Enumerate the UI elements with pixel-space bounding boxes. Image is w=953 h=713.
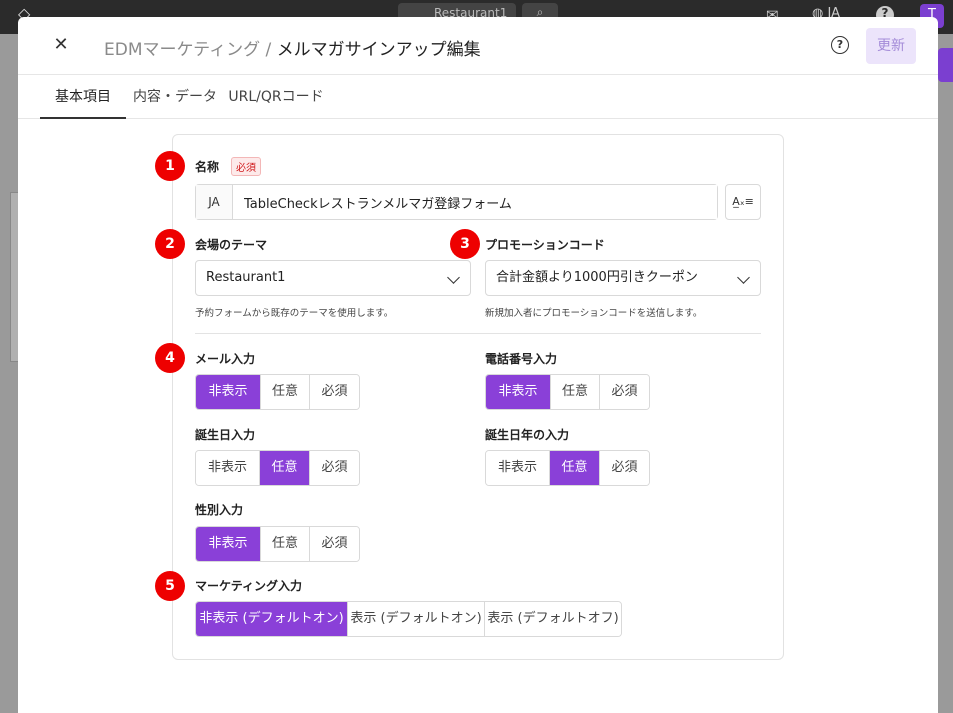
promo-help-text: 新規加入者にプロモーションコードを送信します。 xyxy=(485,308,703,319)
email-option-required[interactable]: 必須 xyxy=(310,375,359,409)
promo-select[interactable]: 合計金額より1000円引きクーポン xyxy=(485,260,761,296)
marketing-input-toggle: 非表示 (デフォルトオン) 表示 (デフォルトオン) 表示 (デフォルトオフ) xyxy=(195,601,622,637)
background-accent-button xyxy=(938,48,953,82)
name-input[interactable] xyxy=(233,185,717,219)
title-text: メルマガサインアップ編集 xyxy=(276,40,481,60)
chevron-down-icon xyxy=(737,271,750,284)
step-badge-1: 1 xyxy=(155,151,185,181)
help-button[interactable]: ? xyxy=(831,36,849,54)
theme-select[interactable]: Restaurant1 xyxy=(195,260,471,296)
step-badge-5: 5 xyxy=(155,571,185,601)
birthday-option-optional[interactable]: 任意 xyxy=(260,451,310,485)
step-badge-2: 2 xyxy=(155,229,185,259)
breadcrumb[interactable]: EDMマーケティング / xyxy=(104,40,277,60)
promo-label: プロモーションコード xyxy=(485,238,605,252)
name-field: JA xyxy=(195,184,718,220)
name-label: 名称 xyxy=(195,160,220,174)
gender-input-label: 性別入力 xyxy=(195,503,244,517)
marketing-option-shown-default-off[interactable]: 表示 (デフォルトオフ) xyxy=(485,602,621,636)
gender-input-toggle: 非表示 任意 必須 xyxy=(195,526,360,562)
theme-select-value: Restaurant1 xyxy=(206,270,286,285)
gender-option-optional[interactable]: 任意 xyxy=(261,527,310,561)
edit-modal: ✕ EDMマーケティング / メルマガサインアップ編集 ? 更新 基本項目 内容… xyxy=(18,17,938,713)
marketing-option-shown-default-on[interactable]: 表示 (デフォルトオン) xyxy=(348,602,485,636)
birthyear-input-toggle: 非表示 任意 必須 xyxy=(485,450,650,486)
birthday-input-label: 誕生日入力 xyxy=(195,428,256,442)
gender-option-required[interactable]: 必須 xyxy=(310,527,359,561)
email-input-toggle: 非表示 任意 必須 xyxy=(195,374,360,410)
divider xyxy=(195,333,761,334)
gender-option-hidden[interactable]: 非表示 xyxy=(196,527,261,561)
required-badge: 必須 xyxy=(231,157,261,176)
chevron-down-icon xyxy=(447,271,460,284)
close-button[interactable]: ✕ xyxy=(50,34,72,56)
phone-input-toggle: 非表示 任意 必須 xyxy=(485,374,650,410)
birthday-option-required[interactable]: 必須 xyxy=(310,451,359,485)
tab-basic[interactable]: 基本項目 xyxy=(40,75,126,119)
email-option-hidden[interactable]: 非表示 xyxy=(196,375,261,409)
step-badge-4: 4 xyxy=(155,343,185,373)
marketing-input-label: マーケティング入力 xyxy=(195,579,303,593)
birthday-input-toggle: 非表示 任意 必須 xyxy=(195,450,360,486)
promo-select-value: 合計金額より1000円引きクーポン xyxy=(496,270,698,285)
page-title: EDMマーケティング / メルマガサインアップ編集 xyxy=(104,35,481,60)
phone-option-required[interactable]: 必須 xyxy=(600,375,649,409)
update-button[interactable]: 更新 xyxy=(866,28,916,64)
birthday-option-hidden[interactable]: 非表示 xyxy=(196,451,260,485)
phone-option-optional[interactable]: 任意 xyxy=(551,375,600,409)
phone-input-label: 電話番号入力 xyxy=(485,352,558,366)
email-input-label: メール入力 xyxy=(195,352,256,366)
marketing-option-hidden-default-on[interactable]: 非表示 (デフォルトオン) xyxy=(196,602,348,636)
step-badge-3: 3 xyxy=(450,229,480,259)
translate-icon[interactable]: A̲ₓ≡ xyxy=(725,184,761,220)
theme-help-text: 予約フォームから既存のテーマを使用します。 xyxy=(195,308,394,319)
tab-url-qr[interactable]: URL/QRコード xyxy=(228,75,324,119)
name-lang-prefix: JA xyxy=(196,185,233,219)
birthyear-input-label: 誕生日年の入力 xyxy=(485,428,570,442)
birthyear-option-required[interactable]: 必須 xyxy=(600,451,649,485)
email-option-optional[interactable]: 任意 xyxy=(261,375,310,409)
modal-header: ✕ EDMマーケティング / メルマガサインアップ編集 ? 更新 xyxy=(18,17,938,75)
birthyear-option-optional[interactable]: 任意 xyxy=(550,451,600,485)
birthyear-option-hidden[interactable]: 非表示 xyxy=(486,451,550,485)
tab-content-data[interactable]: 内容・データ xyxy=(132,75,218,119)
phone-option-hidden[interactable]: 非表示 xyxy=(486,375,551,409)
theme-label: 会場のテーマ xyxy=(195,238,268,252)
tab-bar: 基本項目 内容・データ URL/QRコード xyxy=(18,75,938,119)
